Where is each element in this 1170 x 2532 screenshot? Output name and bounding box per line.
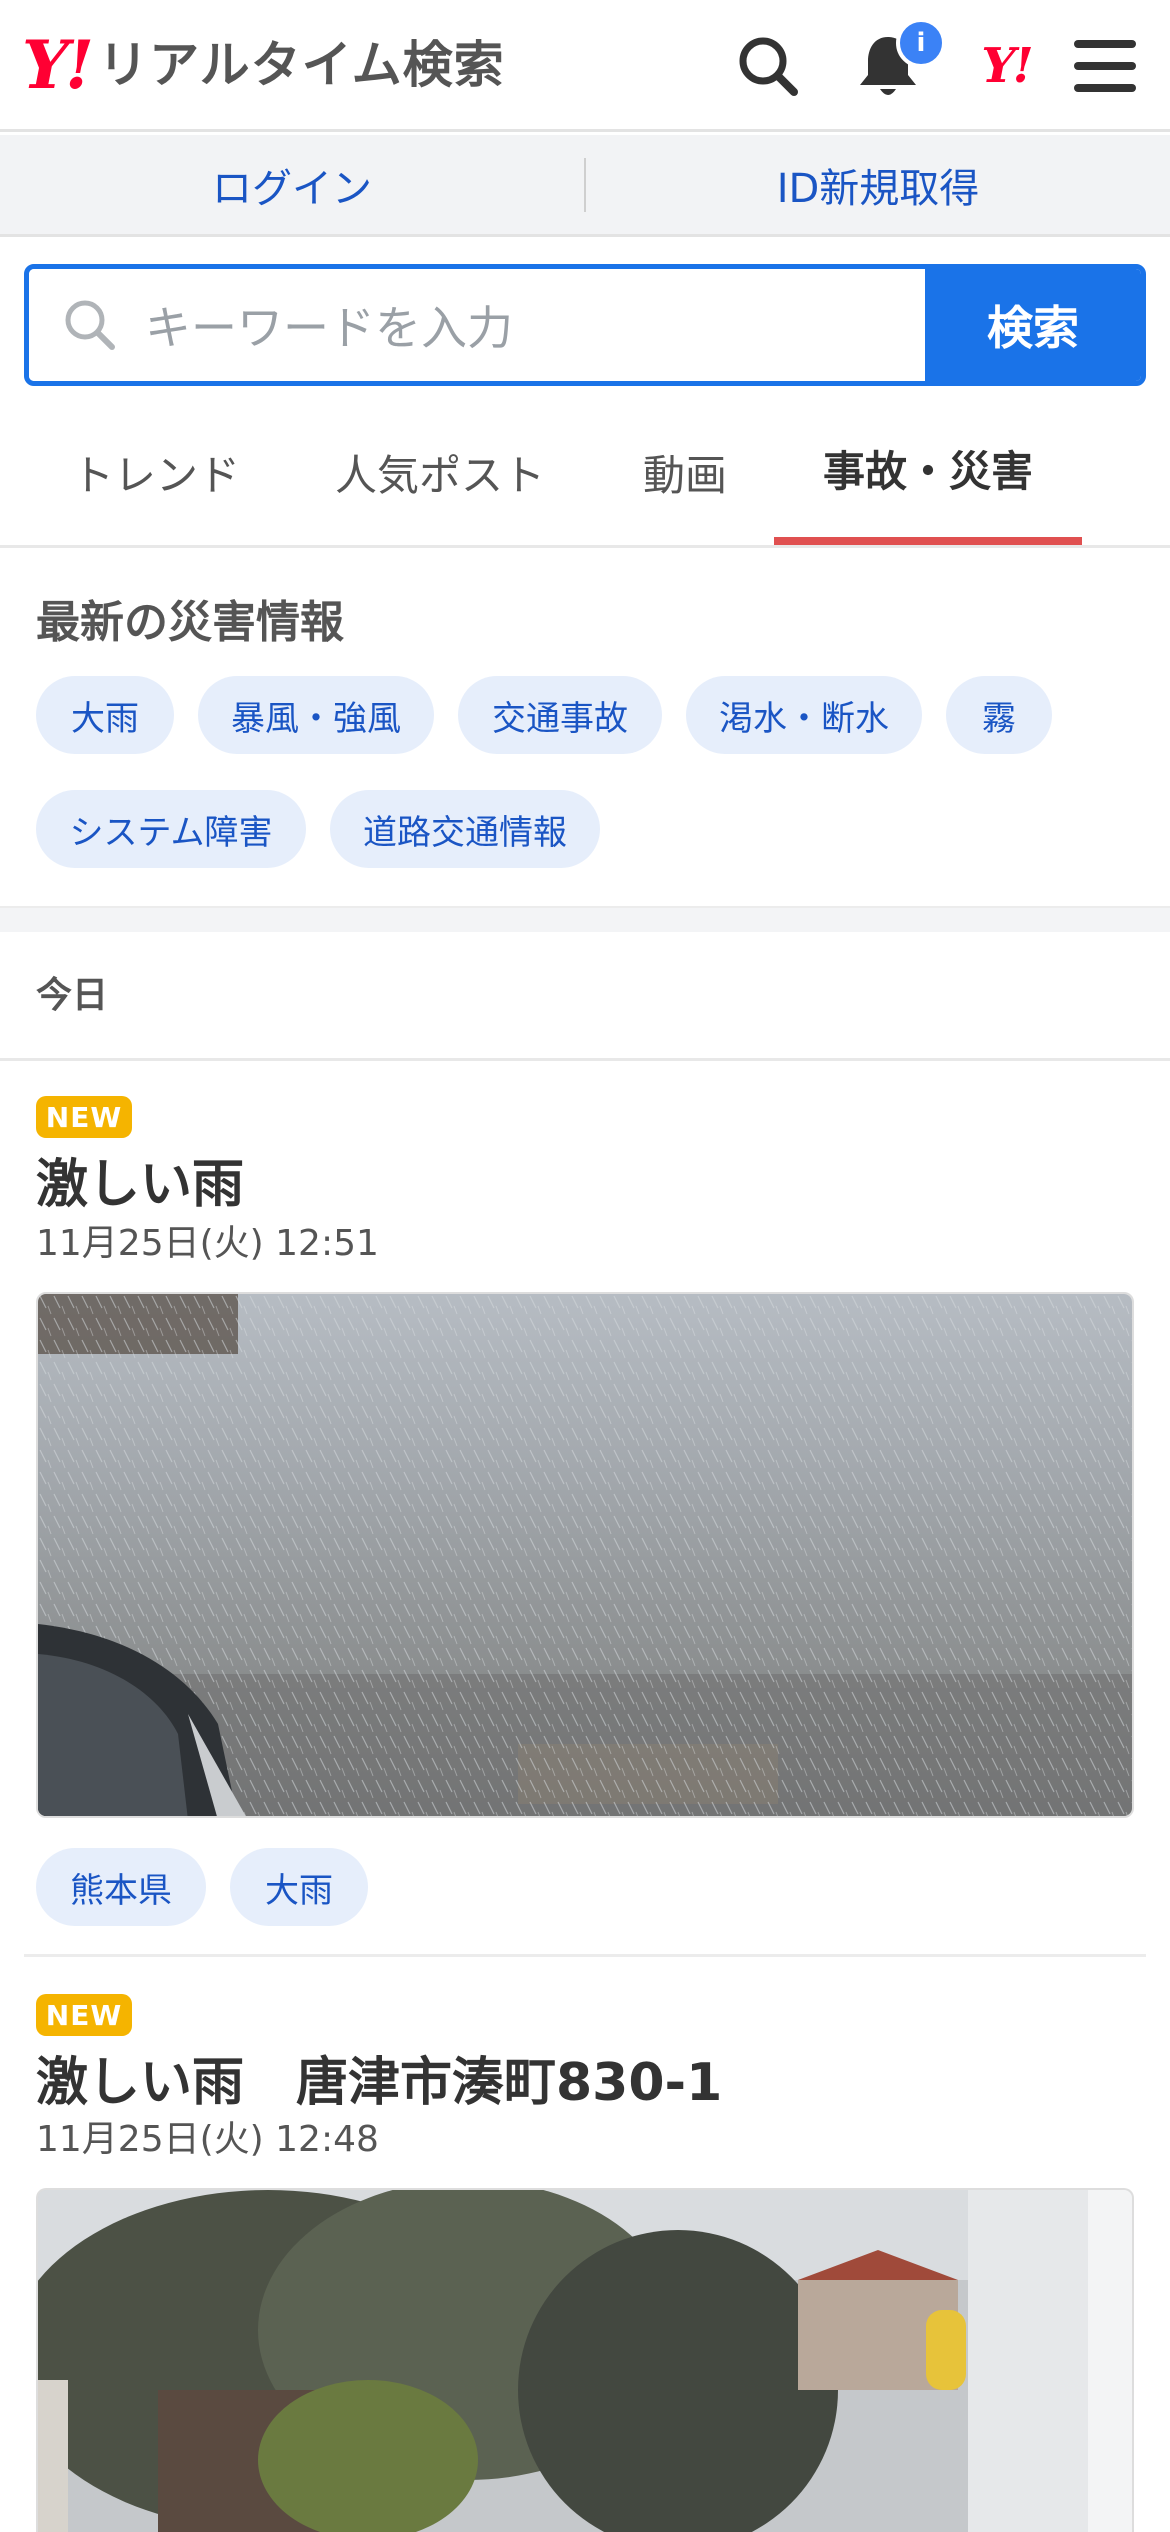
chip-heavy-rain[interactable]: 大雨 [36, 676, 174, 754]
post-photo-heavy-rain[interactable] [36, 1292, 1134, 1818]
search-placeholder: キーワードを入力 [145, 301, 513, 355]
new-badge: NEW [36, 1096, 132, 1138]
chip-storm[interactable]: 暴風・強風 [198, 676, 434, 754]
register-link[interactable]: ID新規取得 [586, 156, 1170, 214]
search-input[interactable]: キーワードを入力 [29, 269, 925, 381]
post-title[interactable]: 激しい雨 [36, 1142, 244, 1217]
chip-road-traffic[interactable]: 道路交通情報 [330, 790, 600, 868]
post-date: 11月25日(火) 12:48 [36, 2119, 379, 2160]
yahoo-logo-mark: Y! [22, 26, 94, 104]
divider [0, 1058, 1170, 1061]
yahoo-realtime-logo[interactable]: Y! リアルタイム検索 [22, 30, 505, 100]
post-date: 11月25日(火) 12:51 [36, 1223, 379, 1264]
disaster-section-title: 最新の災害情報 [36, 597, 344, 648]
tag-heavy-rain[interactable]: 大雨 [230, 1848, 368, 1926]
new-badge: NEW [36, 1994, 132, 2036]
chip-traffic-accident[interactable]: 交通事故 [458, 676, 662, 754]
post-title[interactable]: 激しい雨 唐津市湊町830-1 [36, 2040, 722, 2115]
login-bar: ログイン ID新規取得 [0, 135, 1170, 237]
post-photo-karatsu-rain[interactable] [36, 2188, 1134, 2532]
search-box: キーワードを入力 検索 [24, 264, 1146, 386]
menu-icon[interactable] [1065, 26, 1145, 106]
app-header: Y! リアルタイム検索 i Y! [0, 0, 1170, 132]
search-button[interactable]: 検索 [925, 269, 1141, 381]
section-gap [0, 906, 1170, 932]
tag-kumamoto[interactable]: 熊本県 [36, 1848, 206, 1926]
tab-accident-disaster[interactable]: 事故・災害 [774, 400, 1082, 545]
tab-popular-posts[interactable]: 人気ポスト [320, 400, 560, 545]
today-label: 今日 [36, 975, 109, 1016]
logo-text: リアルタイム検索 [98, 36, 505, 94]
tab-trend[interactable]: トレンド [44, 400, 268, 545]
notification-badge: i [896, 18, 946, 68]
yahoo-japan-icon[interactable]: Y! [966, 26, 1046, 106]
login-link[interactable]: ログイン [0, 156, 584, 214]
chip-water-shortage[interactable]: 渇水・断水 [686, 676, 922, 754]
search-icon[interactable] [728, 26, 808, 106]
chip-system-failure[interactable]: システム障害 [36, 790, 306, 868]
yj-mark: Y! [981, 38, 1033, 94]
tab-video[interactable]: 動画 [620, 400, 750, 545]
category-tabs: トレンド 人気ポスト 動画 事故・災害 [0, 400, 1170, 548]
divider [24, 1954, 1146, 1957]
search-field-icon [55, 290, 125, 360]
chip-fog[interactable]: 霧 [946, 676, 1052, 754]
